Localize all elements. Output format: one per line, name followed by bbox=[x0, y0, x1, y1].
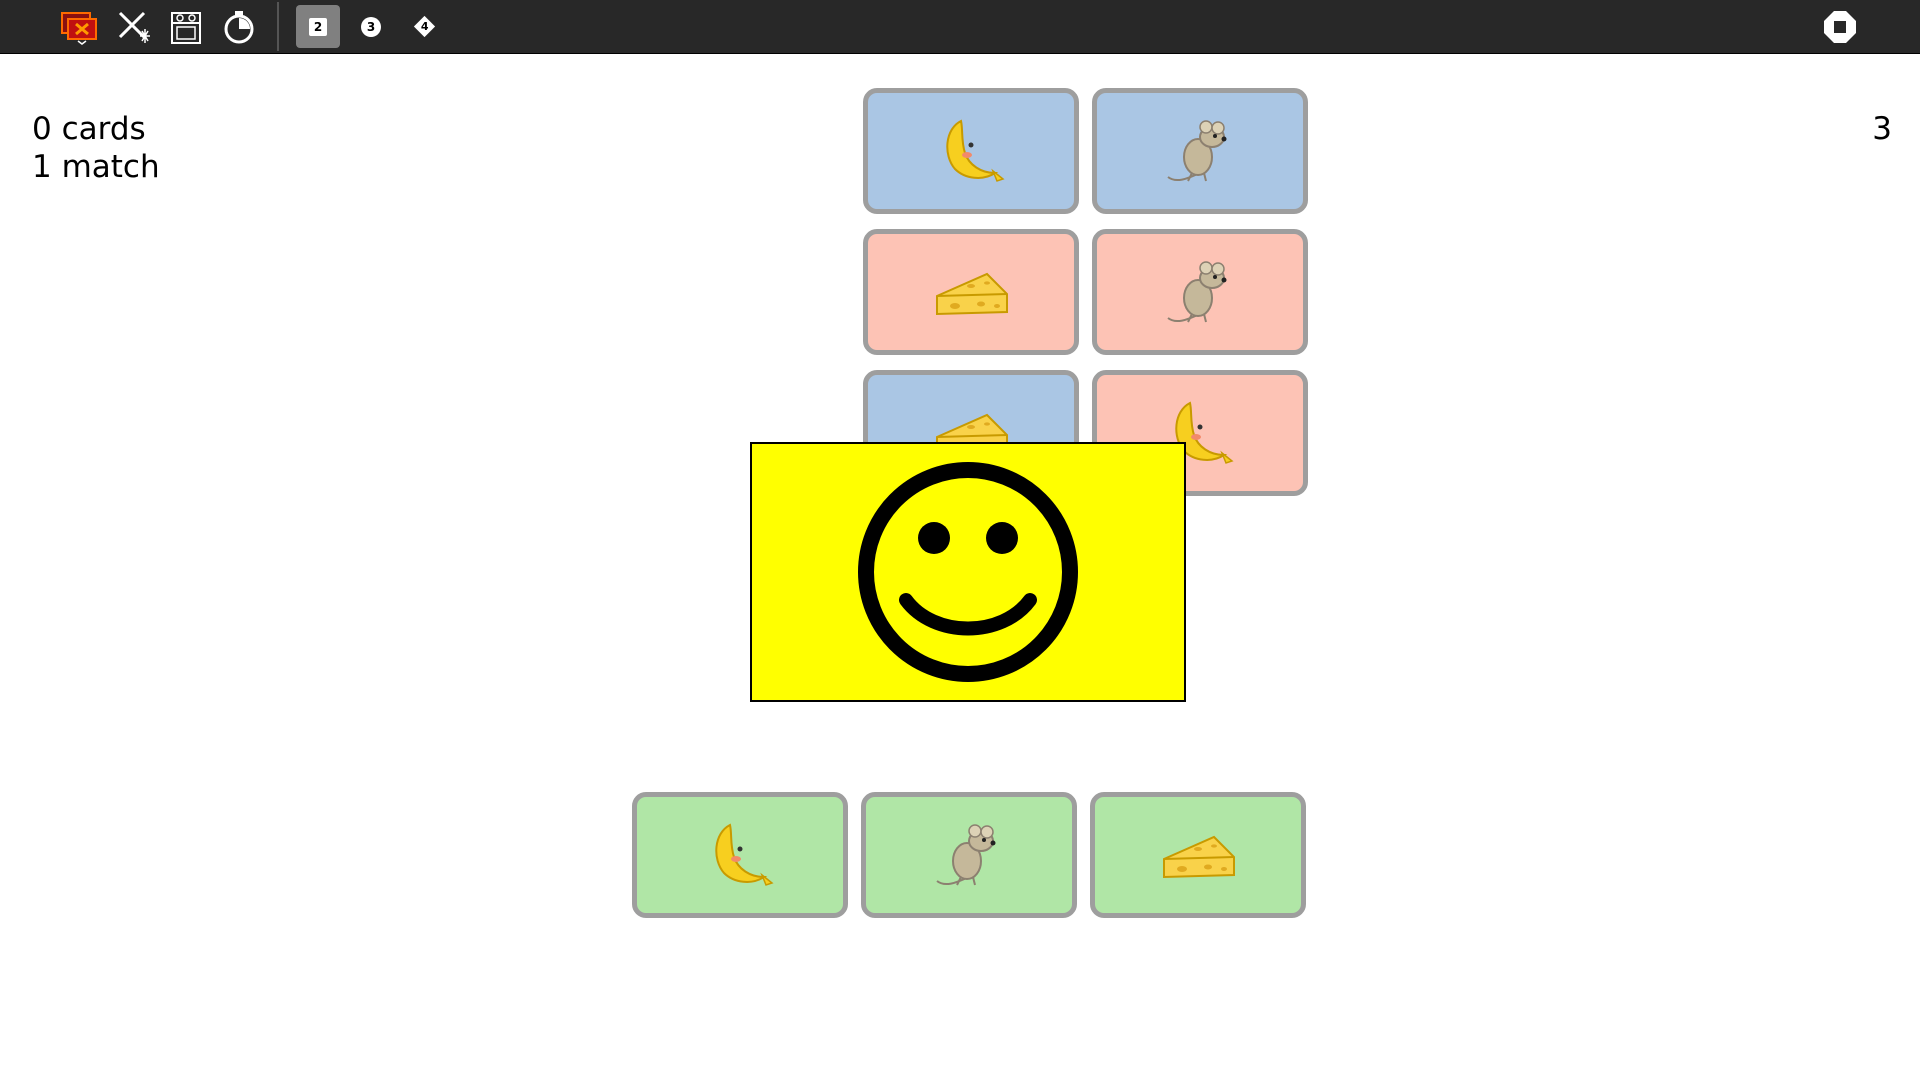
stop-icon bbox=[1824, 10, 1856, 43]
mouse-icon bbox=[929, 819, 1009, 891]
level-3-label: 3 bbox=[361, 16, 381, 37]
level-2-label: 2 bbox=[309, 17, 327, 36]
crossed-tools-icon[interactable] bbox=[108, 0, 160, 53]
answer-card-1[interactable] bbox=[632, 792, 848, 918]
level-2-button[interactable]: 2 bbox=[296, 5, 340, 48]
answer-card-2[interactable] bbox=[861, 792, 1077, 918]
moon-icon bbox=[700, 819, 780, 891]
level-counter: 3 bbox=[1872, 111, 1892, 147]
answer-card-3[interactable] bbox=[1090, 792, 1306, 918]
oven-icon[interactable] bbox=[160, 0, 212, 53]
mouse-icon bbox=[1160, 256, 1240, 328]
moon-icon bbox=[931, 115, 1011, 187]
grid-card-4[interactable] bbox=[1092, 229, 1308, 355]
level-4-label: 4 bbox=[420, 20, 428, 33]
grid-card-1[interactable] bbox=[863, 88, 1079, 214]
score-panel: 0 cards 1 match bbox=[32, 110, 160, 186]
cheese-icon bbox=[1158, 819, 1238, 891]
level-3-button[interactable]: 3 bbox=[345, 0, 397, 53]
stop-button[interactable] bbox=[1814, 0, 1866, 53]
cheese-icon bbox=[931, 256, 1011, 328]
level-4-button[interactable]: 4 bbox=[398, 0, 450, 53]
stacked-cards-icon[interactable] bbox=[54, 0, 106, 53]
smiley-face-icon bbox=[858, 462, 1078, 682]
matches-count: 1 match bbox=[32, 149, 160, 185]
success-feedback bbox=[750, 442, 1186, 702]
grid-card-3[interactable] bbox=[863, 229, 1079, 355]
stopwatch-icon[interactable] bbox=[213, 0, 265, 53]
toolbar-separator bbox=[277, 2, 279, 51]
mouse-icon bbox=[1160, 115, 1240, 187]
grid-card-2[interactable] bbox=[1092, 88, 1308, 214]
toolbar: 2 3 4 bbox=[0, 0, 1920, 54]
cards-count: 0 cards bbox=[32, 111, 146, 147]
